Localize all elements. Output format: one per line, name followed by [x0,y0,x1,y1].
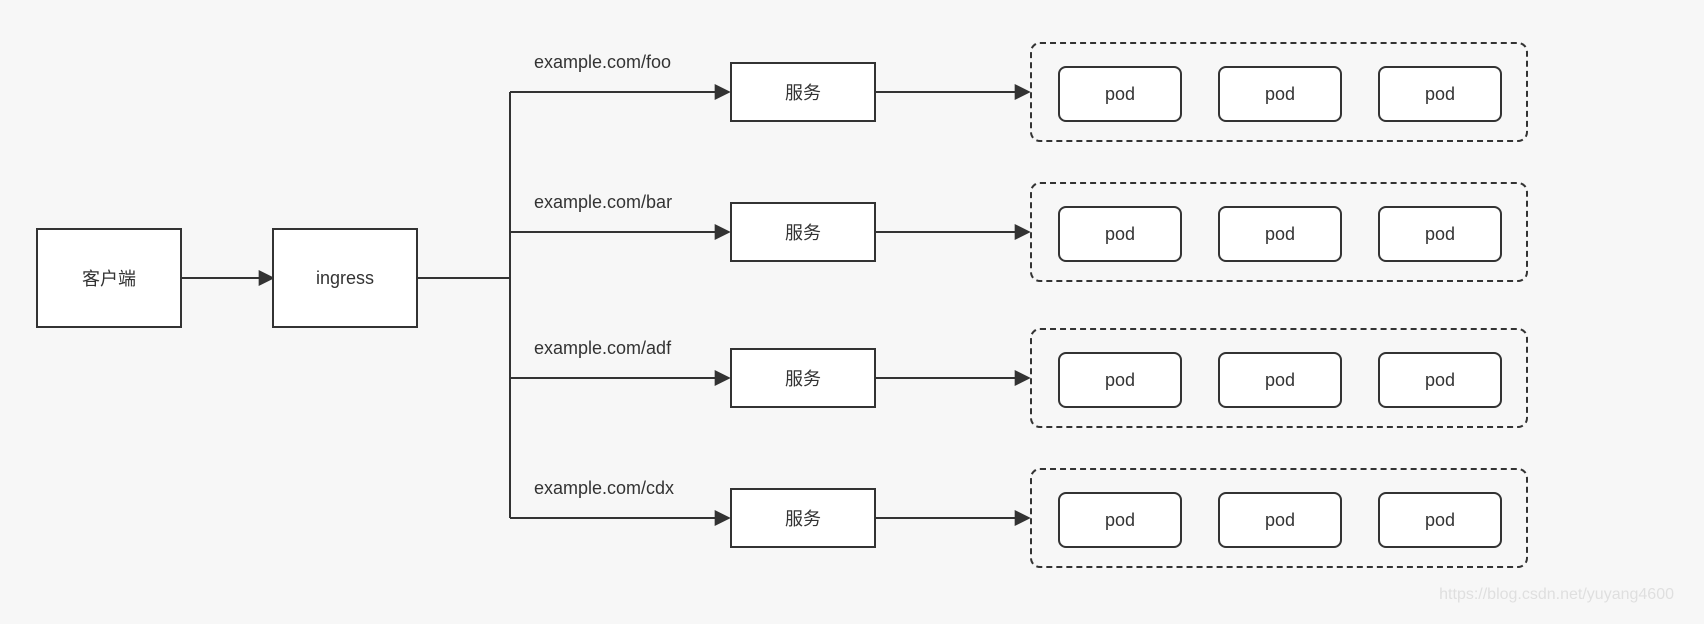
ingress-box: ingress [272,228,418,328]
service-box-2: 服务 [730,348,876,408]
client-label: 客户端 [82,265,136,291]
pod-1-2-label: pod [1425,224,1455,245]
pod-2-2: pod [1378,352,1502,408]
client-box: 客户端 [36,228,182,328]
pod-2-0: pod [1058,352,1182,408]
pod-2-1-label: pod [1265,370,1295,391]
pod-0-1: pod [1218,66,1342,122]
service-box-3: 服务 [730,488,876,548]
service-label-1: 服务 [785,219,821,245]
service-box-0: 服务 [730,62,876,122]
pod-3-1: pod [1218,492,1342,548]
pod-2-0-label: pod [1105,370,1135,391]
route-path-3: example.com/cdx [534,478,674,499]
pod-1-2: pod [1378,206,1502,262]
pod-0-0-label: pod [1105,84,1135,105]
pod-2-1: pod [1218,352,1342,408]
pod-group-3: pod pod pod [1030,468,1528,568]
service-label-2: 服务 [785,365,821,391]
pod-0-0: pod [1058,66,1182,122]
pod-0-1-label: pod [1265,84,1295,105]
pod-0-2: pod [1378,66,1502,122]
service-label-3: 服务 [785,505,821,531]
pod-3-2-label: pod [1425,510,1455,531]
pod-group-1: pod pod pod [1030,182,1528,282]
service-label-0: 服务 [785,79,821,105]
pod-1-1-label: pod [1265,224,1295,245]
pod-1-1: pod [1218,206,1342,262]
watermark: https://blog.csdn.net/yuyang4600 [1439,586,1674,604]
pod-3-1-label: pod [1265,510,1295,531]
service-box-1: 服务 [730,202,876,262]
ingress-label: ingress [316,268,374,289]
pod-1-0-label: pod [1105,224,1135,245]
route-path-0: example.com/foo [534,52,671,73]
pod-group-0: pod pod pod [1030,42,1528,142]
pod-2-2-label: pod [1425,370,1455,391]
route-path-2: example.com/adf [534,338,671,359]
pod-1-0: pod [1058,206,1182,262]
pod-3-2: pod [1378,492,1502,548]
route-path-1: example.com/bar [534,192,672,213]
pod-group-2: pod pod pod [1030,328,1528,428]
pod-0-2-label: pod [1425,84,1455,105]
pod-3-0: pod [1058,492,1182,548]
pod-3-0-label: pod [1105,510,1135,531]
